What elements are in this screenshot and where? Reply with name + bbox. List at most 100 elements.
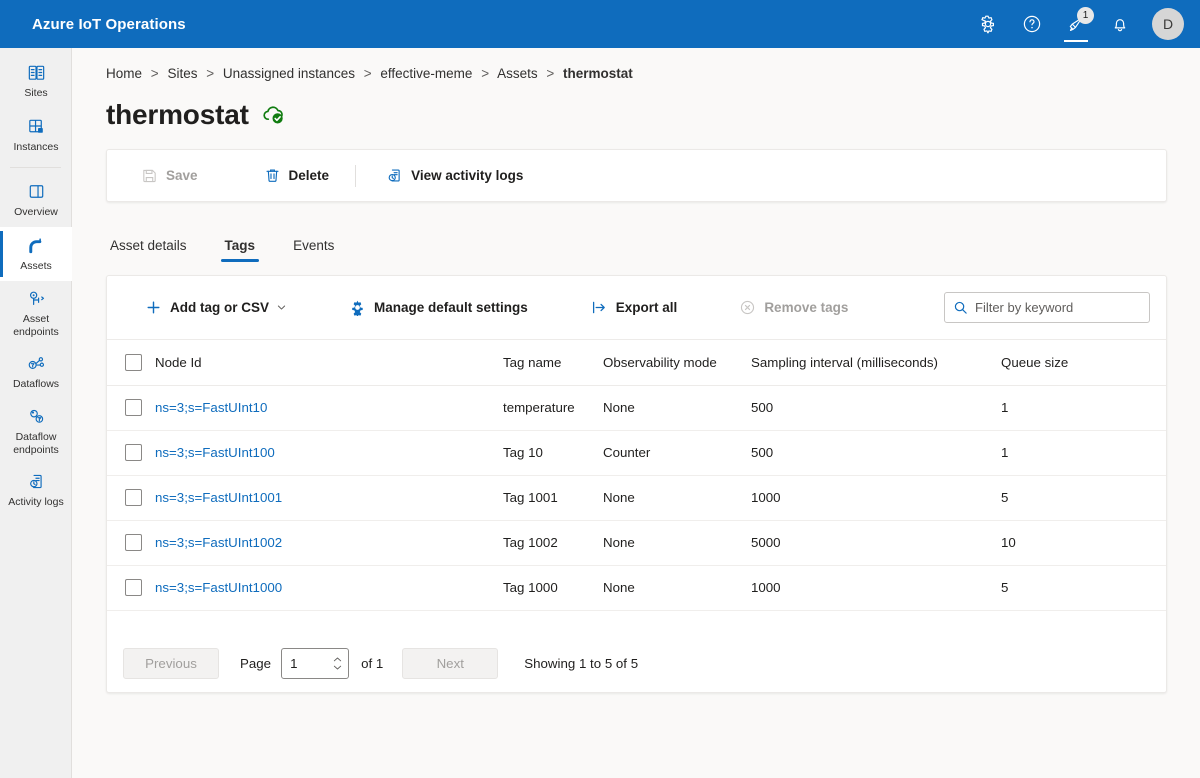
- sidebar-item-overview[interactable]: Overview: [0, 173, 72, 227]
- cell-tag-name: Tag 1001: [503, 490, 558, 505]
- search-input[interactable]: [975, 300, 1141, 315]
- sidebar: Sites Instances Overview Assets Asset en…: [0, 48, 72, 778]
- notifications-icon[interactable]: [1098, 0, 1142, 48]
- export-all-button[interactable]: Export all: [580, 291, 688, 325]
- tags-panel: Add tag or CSV Manage default settings E…: [106, 275, 1167, 693]
- row-checkbox[interactable]: [125, 444, 142, 461]
- chevron-down-icon: [276, 302, 287, 313]
- column-header-sampling-interval[interactable]: Sampling interval (milliseconds): [751, 340, 1001, 386]
- cell-sampling-interval: 500: [751, 400, 774, 415]
- save-label: Save: [166, 168, 198, 183]
- remove-tags-button[interactable]: Remove tags: [729, 291, 858, 325]
- help-icon[interactable]: [1010, 0, 1054, 48]
- column-header-node-id[interactable]: Node Id: [155, 340, 503, 386]
- delete-label: Delete: [288, 168, 330, 183]
- row-checkbox[interactable]: [125, 579, 142, 596]
- node-id-link[interactable]: ns=3;s=FastUInt100: [155, 445, 275, 460]
- delete-button[interactable]: Delete: [254, 159, 340, 193]
- settings-icon[interactable]: [966, 0, 1010, 48]
- topbar-actions: 1 D: [966, 0, 1200, 48]
- cell-tag-name: Tag 1000: [503, 580, 558, 595]
- filter-box[interactable]: [944, 292, 1150, 323]
- gear-icon: [349, 299, 366, 316]
- table-row[interactable]: ns=3;s=FastUInt1001 Tag 1001 None 1000 5: [107, 475, 1166, 520]
- breadcrumb-item-sites[interactable]: Sites: [167, 66, 197, 81]
- export-all-label: Export all: [615, 300, 678, 315]
- page-number-stepper[interactable]: [281, 648, 350, 679]
- feedback-badge: 1: [1077, 7, 1094, 24]
- row-checkbox[interactable]: [125, 534, 142, 551]
- search-icon: [953, 300, 968, 315]
- row-checkbox[interactable]: [125, 399, 142, 416]
- cell-tag-name: Tag 10: [503, 445, 543, 460]
- select-all-checkbox[interactable]: [125, 353, 142, 371]
- row-checkbox[interactable]: [125, 489, 142, 506]
- table-header: Node Id Tag name Observability mode Samp…: [107, 340, 1166, 386]
- assets-icon: [26, 234, 47, 256]
- command-bar: Save Delete View activity logs: [106, 149, 1167, 202]
- export-icon: [590, 299, 608, 316]
- breadcrumb-item-assets[interactable]: Assets: [497, 66, 538, 81]
- showing-range-label: Showing 1 to 5 of 5: [524, 656, 639, 671]
- next-page-button[interactable]: Next: [402, 648, 499, 679]
- breadcrumb-separator: >: [363, 66, 372, 81]
- breadcrumb-item-effective-meme[interactable]: effective-meme: [380, 66, 472, 81]
- tab-tags[interactable]: Tags: [220, 238, 260, 262]
- view-activity-logs-label: View activity logs: [411, 168, 524, 183]
- cell-queue-size: 1: [1001, 400, 1009, 415]
- node-id-link[interactable]: ns=3;s=FastUInt1000: [155, 580, 282, 595]
- breadcrumb-item-home[interactable]: Home: [106, 66, 142, 81]
- node-id-link[interactable]: ns=3;s=FastUInt10: [155, 400, 267, 415]
- tab-events[interactable]: Events: [289, 238, 338, 262]
- table-row[interactable]: ns=3;s=FastUInt1000 Tag 1000 None 1000 5: [107, 565, 1166, 610]
- sidebar-item-asset-endpoints[interactable]: Asset endpoints: [0, 281, 72, 345]
- breadcrumb-item-thermostat: thermostat: [563, 66, 633, 81]
- cell-sampling-interval: 1000: [751, 490, 781, 505]
- cloud-check-icon: [261, 104, 287, 126]
- cell-sampling-interval: 500: [751, 445, 774, 460]
- sidebar-item-dataflow-endpoints[interactable]: Dataflow endpoints: [0, 399, 72, 463]
- page-title: thermostat: [106, 99, 249, 130]
- table-row[interactable]: ns=3;s=FastUInt100 Tag 10 Counter 500 1: [107, 430, 1166, 475]
- sidebar-item-assets[interactable]: Assets: [0, 227, 72, 281]
- manage-default-settings-button[interactable]: Manage default settings: [339, 291, 538, 325]
- feedback-icon[interactable]: 1: [1054, 0, 1098, 48]
- sidebar-item-label: Dataflow endpoints: [13, 431, 59, 456]
- save-icon: [141, 167, 158, 184]
- sites-icon: [26, 61, 47, 83]
- page-number-input[interactable]: [290, 656, 333, 671]
- activity-logs-icon: [386, 167, 403, 184]
- save-button[interactable]: Save: [131, 159, 208, 193]
- command-bar-divider: [355, 164, 357, 187]
- add-tag-or-csv-button[interactable]: Add tag or CSV: [135, 291, 297, 325]
- row-select-cell: [107, 430, 155, 475]
- avatar[interactable]: D: [1152, 8, 1184, 40]
- node-id-link[interactable]: ns=3;s=FastUInt1001: [155, 490, 282, 505]
- sidebar-item-activity-logs[interactable]: Activity logs: [0, 463, 72, 517]
- breadcrumb-item-unassigned-instances[interactable]: Unassigned instances: [223, 66, 355, 81]
- cell-node-id: ns=3;s=FastUInt1002: [155, 520, 503, 565]
- column-header-queue-size[interactable]: Queue size: [1001, 340, 1166, 386]
- table-row[interactable]: ns=3;s=FastUInt1002 Tag 1002 None 5000 1…: [107, 520, 1166, 565]
- breadcrumb: Home > Sites > Unassigned instances > ef…: [106, 66, 1200, 81]
- cell-node-id: ns=3;s=FastUInt1001: [155, 475, 503, 520]
- previous-page-button[interactable]: Previous: [123, 648, 219, 679]
- view-activity-logs-button[interactable]: View activity logs: [376, 159, 533, 193]
- column-header-tag-name[interactable]: Tag name: [503, 340, 603, 386]
- dataflows-icon: [26, 352, 47, 374]
- stepper-arrows[interactable]: [333, 657, 342, 670]
- node-id-link[interactable]: ns=3;s=FastUInt1002: [155, 535, 282, 550]
- cell-observability-mode: Counter: [603, 445, 651, 460]
- trash-icon: [264, 167, 281, 184]
- cell-node-id: ns=3;s=FastUInt100: [155, 430, 503, 475]
- sidebar-item-instances[interactable]: Instances: [0, 108, 72, 162]
- breadcrumb-separator: >: [546, 66, 555, 81]
- table-row[interactable]: ns=3;s=FastUInt10 temperature None 500 1: [107, 385, 1166, 430]
- select-all-header: [107, 340, 155, 386]
- column-header-observability-mode[interactable]: Observability mode: [603, 340, 751, 386]
- sidebar-item-sites[interactable]: Sites: [0, 54, 72, 108]
- table-body: ns=3;s=FastUInt10 temperature None 500 1…: [107, 385, 1166, 610]
- tab-asset-details[interactable]: Asset details: [106, 238, 191, 262]
- cell-tag-name: Tag 1002: [503, 535, 558, 550]
- sidebar-item-dataflows[interactable]: Dataflows: [0, 345, 72, 399]
